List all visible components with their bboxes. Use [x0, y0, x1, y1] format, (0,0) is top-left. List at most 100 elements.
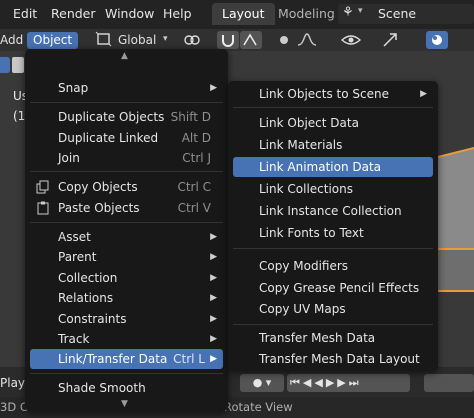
viewport-header: Add Object Global ▾ [0, 29, 474, 51]
submenu-arrow-icon: ▶ [210, 334, 217, 344]
pivot-link-icon[interactable] [181, 31, 203, 49]
selection-mode-icon[interactable] [0, 57, 10, 73]
menu-item-shortcut: Ctrl V [177, 201, 211, 215]
menu-item-link-object-data[interactable]: Link Object Data [233, 113, 433, 133]
menu-separator [233, 248, 433, 249]
tab-modeling[interactable]: Modeling [268, 3, 345, 25]
menu-separator [30, 373, 223, 374]
snap-target-icon[interactable] [240, 31, 262, 49]
transform-orientation-icon [95, 31, 117, 49]
menu-item-track[interactable]: Track ▶ [30, 329, 223, 349]
scroll-down-arrow-icon[interactable]: ▼ [121, 399, 128, 409]
menu-item-paste-objects[interactable]: Paste Objects Ctrl V [30, 198, 223, 218]
menu-item-link-animation-data[interactable]: Link Animation Data [233, 157, 433, 177]
menu-item-relations[interactable]: Relations ▶ [30, 288, 223, 308]
menu-item-label: Link/Transfer Data [58, 352, 168, 366]
menu-item-shortcut: Alt D [181, 131, 211, 145]
menu-item-label: Shade Smooth [58, 381, 146, 395]
menu-item-label: Transfer Mesh Data [259, 331, 376, 345]
scroll-up-arrow-icon[interactable]: ▲ [121, 51, 128, 61]
scene-selector[interactable]: ⚘ ▾ Scene [338, 4, 474, 24]
menu-separator [30, 222, 223, 223]
menu-item-transfer-mesh-data-layout[interactable]: Transfer Mesh Data Layout [233, 349, 433, 369]
menu-item-link-materials[interactable]: Link Materials [233, 135, 433, 155]
menu-item-constraints[interactable]: Constraints ▶ [30, 309, 223, 329]
menu-item-label: Transfer Mesh Data Layout [259, 352, 420, 366]
menu-item-label: Link Fonts to Text [259, 226, 364, 240]
menu-item-label: Link Object Data [259, 116, 359, 130]
link-transfer-data-menu: Link Objects to Scene ▶ Link Object Data… [228, 81, 438, 371]
menu-item-link-fonts-to-text[interactable]: Link Fonts to Text [233, 223, 433, 243]
gizmo-arrow-icon[interactable] [380, 31, 402, 49]
menu-render[interactable]: Render [51, 6, 96, 21]
menu-item-asset[interactable]: Asset ▶ [30, 227, 223, 247]
menu-item-label: Duplicate Objects [58, 110, 165, 124]
menu-item-link-instance-collection[interactable]: Link Instance Collection [233, 201, 433, 221]
scene-name: Scene [378, 6, 417, 21]
status-rotate-hint: Rotate View [224, 400, 293, 414]
object-menu-button[interactable]: Object [27, 32, 79, 49]
menu-edit[interactable]: Edit [13, 6, 37, 21]
submenu-arrow-icon: ▶ [210, 232, 217, 242]
visibility-eye-icon[interactable] [340, 31, 362, 49]
menu-item-join[interactable]: Join Ctrl J [30, 148, 223, 168]
menu-item-copy-uv-maps[interactable]: Copy UV Maps [233, 299, 433, 319]
orientation-dropdown[interactable]: Global [118, 32, 156, 49]
menu-item-label: Copy Grease Pencil Effects [259, 281, 420, 295]
menu-separator [30, 171, 223, 172]
submenu-arrow-icon: ▶ [210, 314, 217, 324]
menu-item-transfer-mesh-data[interactable]: Transfer Mesh Data [233, 328, 433, 348]
menu-item-label: Copy UV Maps [259, 302, 346, 316]
menu-item-link-objects-to-scene[interactable]: Link Objects to Scene ▶ [233, 84, 433, 104]
menu-item-copy-objects[interactable]: Copy Objects Ctrl C [30, 177, 223, 197]
chevron-down-icon: ▾ [358, 6, 363, 16]
menu-separator [233, 107, 433, 108]
menu-item-collection[interactable]: Collection ▶ [30, 268, 223, 288]
menu-item-label: Relations [58, 291, 114, 305]
submenu-arrow-icon: ▶ [210, 273, 217, 283]
menu-item-link-collections[interactable]: Link Collections [233, 179, 433, 199]
menu-separator [233, 324, 433, 325]
viewport-overlay-object: (1 [13, 109, 26, 123]
menu-item-snap[interactable]: Snap ▶ [30, 78, 223, 98]
menu-item-label: Link Materials [259, 138, 343, 152]
paste-icon [36, 201, 50, 215]
menu-item-shade-smooth[interactable]: Shade Smooth [30, 378, 223, 398]
menu-item-label: Paste Objects [58, 201, 140, 215]
menu-item-label: Constraints [58, 312, 127, 326]
object-menu: ▲ Snap ▶ Duplicate Objects Shift D Dupli… [25, 49, 228, 411]
proportional-edit-icon[interactable] [273, 31, 295, 49]
menu-item-duplicate-linked[interactable]: Duplicate Linked Alt D [30, 128, 223, 148]
snap-magnet-icon[interactable] [217, 31, 239, 49]
menu-item-copy-modifiers[interactable]: Copy Modifiers [233, 256, 433, 276]
submenu-arrow-icon: ▶ [420, 89, 427, 99]
menu-item-label: Track [58, 332, 90, 346]
menu-item-shortcut: Shift D [170, 110, 211, 124]
status-editor-type: 3D C [0, 400, 28, 414]
menu-item-copy-grease-pencil-effects[interactable]: Copy Grease Pencil Effects [233, 278, 433, 298]
select-box-icon[interactable] [12, 57, 24, 73]
submenu-arrow-icon: ▶ [210, 252, 217, 262]
menu-help[interactable]: Help [163, 6, 192, 21]
current-frame-field[interactable] [424, 374, 474, 392]
keyframe-record-button[interactable]: ● ▾ [240, 374, 284, 392]
overlay-toggle-icon[interactable] [426, 31, 448, 49]
menu-window[interactable]: Window [105, 6, 154, 21]
menu-separator [30, 102, 223, 103]
submenu-arrow-icon: ▶ [210, 83, 217, 93]
menu-item-label: Copy Modifiers [259, 259, 349, 273]
tab-layout[interactable]: Layout [212, 3, 275, 25]
menu-item-shortcut: Ctrl J [182, 151, 211, 165]
menu-item-label: Link Instance Collection [259, 204, 402, 218]
menu-item-link-transfer-data[interactable]: Link/Transfer Data Ctrl L ▶ [30, 349, 223, 369]
menu-item-parent[interactable]: Parent ▶ [30, 247, 223, 267]
menu-item-label: Asset [58, 230, 91, 244]
copy-icon [36, 180, 50, 194]
menu-item-label: Duplicate Linked [58, 131, 159, 145]
falloff-curve-icon[interactable] [296, 31, 318, 49]
menu-item-label: Parent [58, 250, 97, 264]
submenu-arrow-icon: ▶ [210, 293, 217, 303]
add-menu[interactable]: Add [0, 32, 23, 49]
menu-item-duplicate-objects[interactable]: Duplicate Objects Shift D [30, 107, 223, 127]
playback-controls[interactable]: ⏮◀◀▶▶⏭ [287, 374, 410, 392]
